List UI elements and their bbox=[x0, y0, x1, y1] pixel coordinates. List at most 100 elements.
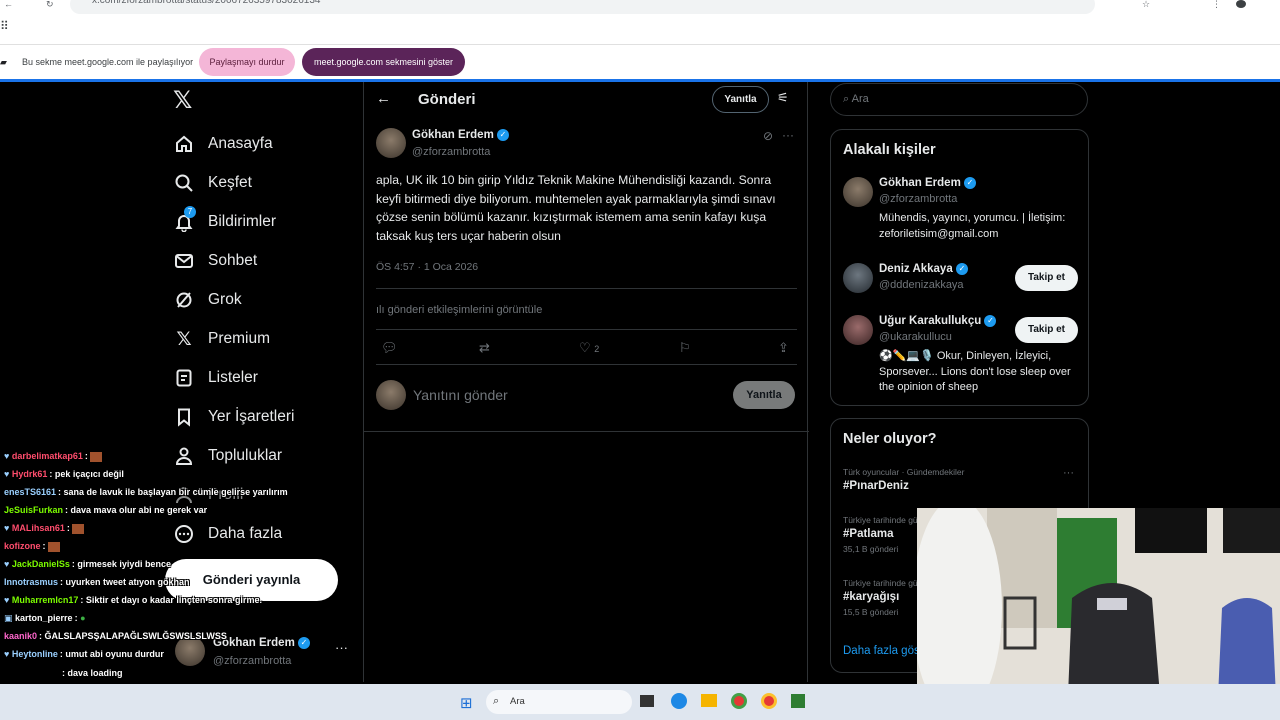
chat-user: karton_pierre bbox=[15, 613, 73, 623]
person-name: Uğur Karakullukçu bbox=[879, 315, 982, 328]
share-icon: ▰ bbox=[0, 57, 7, 67]
retweet-icon[interactable]: ⇄ bbox=[479, 340, 490, 356]
sharing-bar: ▰ Bu sekme meet.google.com ile paylaşılı… bbox=[0, 44, 1280, 78]
x-logo-icon: 𝕏 bbox=[176, 328, 192, 350]
chat-user: kaanik0 bbox=[4, 631, 38, 641]
sidebar-item-label: Grok bbox=[208, 291, 242, 308]
avatar[interactable] bbox=[376, 128, 406, 158]
taskbar-search[interactable]: Ara bbox=[486, 690, 632, 714]
follow-button[interactable]: Takip et bbox=[1015, 317, 1078, 343]
chat-message: ♥ darbelimatkap61: bbox=[4, 451, 103, 462]
bookmark-star-icon[interactable]: ☆ bbox=[1142, 0, 1152, 9]
chat-message: enesTS6161: sana de lavuk ile başlayan b… bbox=[4, 487, 288, 497]
app-icon[interactable] bbox=[791, 694, 805, 708]
address-bar[interactable]: x.com/zforzambrotta/status/2006726359783… bbox=[70, 0, 1095, 14]
chat-badge-icon: ♥ bbox=[4, 523, 10, 533]
sidebar-item-lists[interactable]: Listeler bbox=[173, 360, 258, 396]
file-explorer-icon[interactable] bbox=[701, 694, 717, 707]
sidebar-item-label: Premium bbox=[208, 330, 271, 347]
task-view-icon[interactable] bbox=[640, 695, 654, 707]
sidebar-item-home[interactable]: Anasayfa bbox=[173, 126, 273, 162]
profile-avatar[interactable] bbox=[1236, 0, 1246, 8]
divider bbox=[376, 288, 797, 289]
show-meet-tab-button[interactable]: meet.google.com sekmesini göster bbox=[302, 48, 465, 76]
grok-icon[interactable]: ⊘ bbox=[763, 129, 773, 143]
search-icon: ⌕ bbox=[493, 695, 500, 707]
avatar bbox=[843, 177, 873, 207]
main-column: ← Gönderi Yanıtla ⚟ Gökhan Erdem ✓ @zfor… bbox=[363, 82, 809, 682]
tweet-handle[interactable]: @zforzambrotta bbox=[412, 146, 490, 158]
sidebar-item-bookmarks[interactable]: Yer İşaretleri bbox=[173, 399, 294, 435]
back-nav-icon[interactable]: ← bbox=[4, 0, 14, 9]
follow-button[interactable]: Takip et bbox=[1015, 265, 1078, 291]
tweet-author-row: Gökhan Erdem ✓ bbox=[412, 129, 510, 141]
trend-item[interactable]: Türk oyuncular · Gündemdekiler #PınarDen… bbox=[843, 467, 1083, 492]
sharing-text: Bu sekme meet.google.com ile paylaşılıyo… bbox=[22, 57, 194, 67]
view-engagements-link[interactable]: ılı gönderi etkileşimlerini görüntüle bbox=[376, 304, 542, 316]
chat-badge-icon: ♥ bbox=[4, 469, 10, 479]
like-button[interactable]: ♡ 2 bbox=[579, 340, 599, 356]
view-engagements-label: gönderi etkileşimlerini görüntüle bbox=[387, 304, 543, 316]
settings-sliders-icon[interactable]: ⚟ bbox=[777, 90, 789, 106]
chat-message: Innotrasmus: uyurken tweet atıyon gökhan bbox=[4, 577, 190, 587]
back-arrow-icon[interactable]: ← bbox=[376, 90, 391, 107]
sidebar-item-premium[interactable]: 𝕏 Premium bbox=[173, 321, 270, 357]
sidebar-item-label: Listeler bbox=[208, 369, 258, 386]
avatar bbox=[376, 380, 406, 410]
chat-user: Hydrk61 bbox=[11, 469, 48, 479]
emote-icon bbox=[90, 451, 103, 462]
person-name: Deniz Akkaya bbox=[879, 263, 953, 276]
sidebar-item-notifications[interactable]: 7 Bildirimler bbox=[173, 204, 276, 240]
chat-text: : girmesek iyiydi bence bbox=[71, 559, 171, 569]
chat-message: ♥ Hydrk61: pek içaçıcı değil bbox=[4, 469, 124, 479]
chat-user: JackDanielSs bbox=[11, 559, 70, 569]
verified-badge-icon: ✓ bbox=[964, 177, 977, 189]
x-logo-icon[interactable]: 𝕏 bbox=[173, 88, 199, 114]
share-icon[interactable]: ⇪ bbox=[778, 340, 789, 356]
reply-input[interactable]: Yanıtını gönder bbox=[413, 387, 508, 403]
chat-user: kofizone bbox=[4, 541, 41, 551]
bookmark-icon bbox=[173, 406, 195, 428]
chat-text: : pek içaçıcı değil bbox=[49, 469, 124, 479]
apps-icon[interactable]: ⠿ bbox=[0, 20, 10, 32]
chat-badge-icon: ♥ bbox=[4, 451, 10, 461]
grok-icon bbox=[173, 289, 195, 311]
show-more-link[interactable]: Daha fazla gös bbox=[843, 645, 920, 657]
chat-text: : Siktir et dayı o kadar linçten sonra g… bbox=[80, 595, 262, 605]
page-title: Gönderi bbox=[418, 91, 476, 108]
trend-tag: #PınarDeniz bbox=[843, 480, 909, 492]
chat-text: : bbox=[66, 523, 70, 533]
person-bio: ⚽✏️💻🎙️ Okur, Dinleyen, İzleyici, Sporsev… bbox=[879, 350, 1071, 393]
reply-filter-button[interactable]: Yanıtla bbox=[712, 86, 769, 113]
search-icon bbox=[173, 172, 195, 194]
reload-icon[interactable]: ↻ bbox=[46, 0, 56, 9]
reply-composer: Yanıtını gönder Yanıtla bbox=[364, 374, 809, 432]
chat-user: Heytonline bbox=[11, 649, 58, 659]
search-input[interactable]: ⌕ Ara bbox=[830, 83, 1088, 116]
avatar bbox=[843, 315, 873, 345]
sidebar-item-grok[interactable]: Grok bbox=[173, 282, 242, 318]
windows-start-icon[interactable]: ⊞ bbox=[460, 694, 473, 712]
sidebar-item-label: Sohbet bbox=[208, 252, 258, 269]
stop-sharing-button[interactable]: Paylaşmayı durdur bbox=[199, 48, 295, 76]
sidebar-item-label: Yer İşaretleri bbox=[208, 408, 295, 425]
chat-message: ♥ Muharremlcn17: Siktir et dayı o kadar … bbox=[4, 595, 262, 605]
chrome-icon[interactable] bbox=[761, 693, 777, 709]
person-name-row: Deniz Akkaya ✓ bbox=[879, 263, 968, 275]
reply-icon[interactable]: 💬︎ bbox=[381, 340, 398, 356]
bookmark-icon[interactable]: ⚐ bbox=[679, 340, 691, 356]
stream-chat-overlay: ♥ darbelimatkap61: ♥ Hydrk61: pek içaçıc… bbox=[0, 433, 365, 720]
sidebar-item-chat[interactable]: Sohbet bbox=[173, 243, 257, 279]
mail-icon bbox=[173, 250, 195, 272]
chat-text: : sana de lavuk ile başlayan bir cümle g… bbox=[58, 487, 288, 497]
edge-icon[interactable] bbox=[671, 693, 687, 709]
more-dots-icon[interactable]: ··· bbox=[1063, 467, 1074, 479]
sidebar-item-explore[interactable]: Keşfet bbox=[173, 165, 252, 201]
chrome-icon[interactable] bbox=[731, 693, 747, 709]
heart-icon: ♡ bbox=[579, 340, 591, 355]
reply-button[interactable]: Yanıtla bbox=[733, 381, 795, 409]
menu-icon[interactable]: ⋮ bbox=[1212, 0, 1222, 9]
tweet-timestamp[interactable]: ÖS 4:57 · 1 Oca 2026 bbox=[376, 261, 478, 273]
more-dots-icon[interactable]: ··· bbox=[782, 128, 794, 142]
tweet-author[interactable]: Gökhan Erdem bbox=[412, 129, 494, 141]
